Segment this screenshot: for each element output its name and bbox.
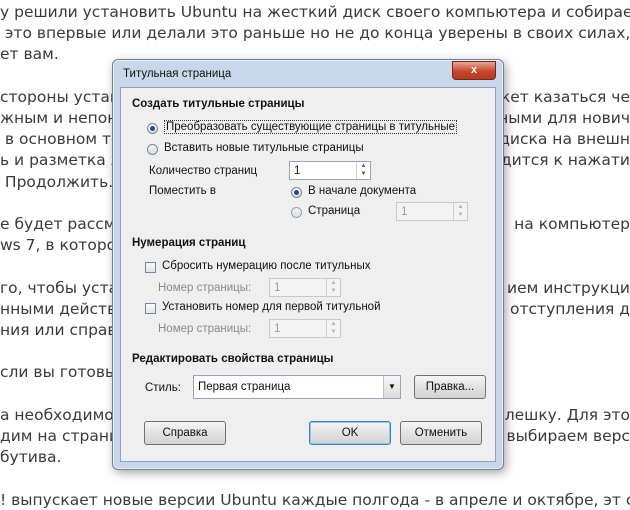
spin-down-icon[interactable]: ▼	[327, 328, 340, 336]
background-line: это впервые или делали это раньше но не …	[4, 24, 630, 43]
background-line: е будет рассм	[0, 215, 116, 233]
set-page-number-spinner[interactable]: 1 ▲ ▼	[269, 319, 341, 338]
background-line: ет вам.	[0, 45, 59, 64]
title-page-dialog: Титульная страница x Создать титульные с…	[112, 59, 504, 470]
background-line: в основном то	[0, 130, 121, 149]
spin-down-icon[interactable]: ▼	[357, 170, 370, 178]
place-label: Поместить в	[149, 185, 216, 197]
style-select-value: Первая страница	[198, 381, 291, 393]
background-line: Продолжить.	[0, 172, 114, 191]
reset-numbering-checkbox[interactable]	[145, 262, 156, 273]
set-page-number-value: 1	[274, 323, 281, 335]
convert-radio[interactable]	[147, 123, 158, 134]
cancel-button[interactable]: Отменить	[400, 421, 482, 445]
background-line-right: на компьютер	[514, 215, 630, 233]
page-count-spinner[interactable]: 1 ▲ ▼	[289, 161, 371, 180]
background-line-right: ожет казаться че	[486, 87, 630, 106]
insert-radio[interactable]	[147, 144, 158, 155]
insert-radio-label[interactable]: Вставить новые титульные страницы	[164, 142, 364, 154]
dialog-body: Создать титульные страницы Преобразовать…	[120, 87, 496, 462]
set-page-number-label: Номер страницы:	[158, 323, 252, 335]
close-button[interactable]: x	[452, 61, 496, 80]
reset-numbering-label[interactable]: Сбросить нумерацию после титульных	[162, 260, 371, 272]
spin-up-icon[interactable]: ▲	[357, 162, 370, 170]
dialog-title: Титульная страница	[123, 68, 232, 80]
dialog-titlebar[interactable]: Титульная страница x	[113, 60, 503, 86]
place-page-radio[interactable]	[291, 207, 302, 218]
create-section-heading: Создать титульные страницы	[132, 98, 305, 110]
background-line: ! выпускает новые версии Ubuntu каждые п…	[0, 490, 630, 509]
background-line-right: о диска на внешн	[484, 130, 630, 149]
background-line: жным и непоня	[0, 109, 127, 127]
background-line-right: ными для нович	[498, 109, 630, 127]
style-label: Стиль:	[145, 382, 181, 394]
set-first-number-label[interactable]: Установить номер для первой титульной	[162, 301, 381, 313]
convert-radio-label[interactable]: Преобразовать существующие страницы в ти…	[164, 120, 458, 134]
background-line: стороны устано	[0, 87, 130, 106]
background-line: а необходимо с	[0, 405, 128, 424]
close-icon: x	[470, 64, 478, 76]
background-line-right: флешку. Для это	[491, 405, 630, 424]
page-count-value: 1	[294, 165, 301, 177]
props-section-heading: Редактировать свойства страницы	[132, 353, 334, 365]
reset-page-number-value: 1	[274, 282, 281, 294]
reset-page-number-spinner[interactable]: 1 ▲ ▼	[269, 278, 341, 297]
background-line-right: ием инструкци	[507, 278, 630, 297]
background-line-right: водится к нажати	[482, 151, 630, 170]
spin-down-icon[interactable]: ▼	[327, 287, 340, 295]
chevron-down-icon[interactable]: ▼	[383, 376, 400, 398]
spin-up-icon[interactable]: ▲	[327, 279, 340, 287]
help-button[interactable]: Справка	[144, 421, 226, 445]
background-line: у решили установить Ubuntu на жесткий ди…	[0, 3, 630, 21]
reset-page-number-label: Номер страницы:	[158, 282, 252, 294]
style-select[interactable]: Первая страница ▼	[193, 375, 401, 399]
background-line: го, чтобы устан	[0, 278, 129, 297]
background-line: ь и разметка ж	[0, 151, 125, 170]
ok-button[interactable]: OK	[309, 421, 391, 445]
spin-up-icon[interactable]: ▲	[454, 203, 467, 211]
edit-style-button[interactable]: Правка...	[414, 375, 486, 399]
spin-up-icon[interactable]: ▲	[327, 320, 340, 328]
background-line-right: выбираем верс	[506, 427, 630, 445]
background-line: бутива.	[0, 448, 62, 467]
set-first-number-checkbox[interactable]	[145, 303, 156, 314]
place-start-label[interactable]: В начале документа	[308, 185, 416, 197]
place-start-radio[interactable]	[291, 187, 302, 198]
place-page-spinner[interactable]: 1 ▲ ▼	[396, 202, 468, 221]
background-line: нными действи	[0, 299, 127, 318]
place-page-label[interactable]: Страница	[308, 205, 360, 217]
spin-down-icon[interactable]: ▼	[454, 211, 467, 219]
place-page-value: 1	[401, 206, 408, 218]
background-line-right: ь отступления д	[495, 299, 630, 318]
numbering-section-heading: Нумерация страниц	[132, 237, 246, 249]
background-line: дим на страни	[0, 427, 120, 445]
page-count-label: Количество страниц	[149, 165, 258, 177]
